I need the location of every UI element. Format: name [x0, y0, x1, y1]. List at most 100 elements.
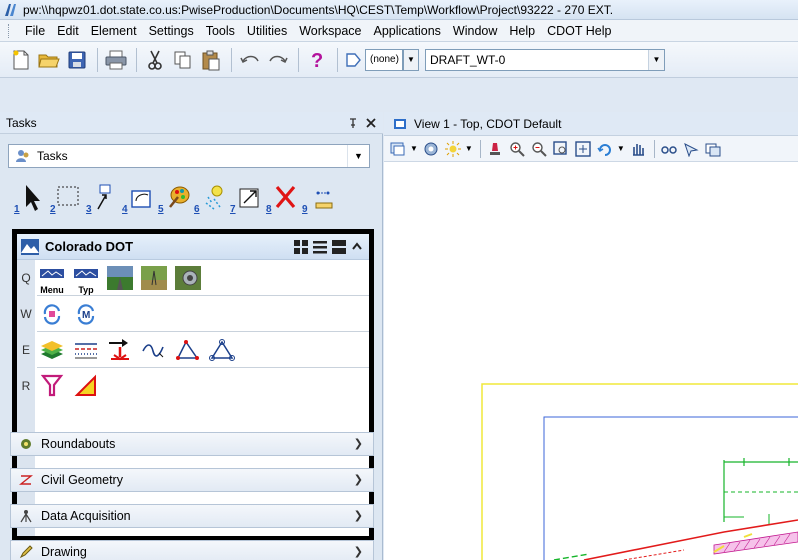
- view-next-button[interactable]: [681, 139, 701, 159]
- menu-settings[interactable]: Settings: [143, 24, 200, 38]
- level-flag-icon: [346, 52, 361, 67]
- chevron-up-icon[interactable]: [351, 241, 363, 253]
- window-area-icon: [553, 140, 567, 155]
- new-file-icon: [13, 50, 29, 69]
- menu-applications[interactable]: Applications: [368, 24, 447, 38]
- zoom-in-button[interactable]: [507, 139, 527, 159]
- print-button[interactable]: [103, 47, 129, 73]
- fit-view-button[interactable]: [573, 139, 593, 159]
- row-letter: Q: [21, 270, 31, 285]
- copy-button[interactable]: [170, 47, 196, 73]
- detail-view-icon[interactable]: [332, 239, 346, 254]
- open-button[interactable]: [36, 47, 62, 73]
- drawing-group[interactable]: Drawing ❯: [10, 540, 374, 560]
- new-file-button[interactable]: [8, 47, 34, 73]
- road-photo-button[interactable]: [105, 263, 135, 293]
- roundabouts-label: Roundabouts: [41, 437, 116, 451]
- chevron-down-icon[interactable]: ▼: [617, 144, 625, 153]
- tool-8-delete[interactable]: 8: [264, 181, 300, 217]
- update-view-button[interactable]: [485, 139, 505, 159]
- cdot-menu-button[interactable]: Menu: [37, 263, 67, 295]
- angle-button[interactable]: [71, 371, 101, 401]
- data-acquisition-group[interactable]: Data Acquisition ❯: [10, 504, 374, 528]
- display-style-button[interactable]: [421, 139, 441, 159]
- pan-view-button[interactable]: [628, 139, 648, 159]
- redo-button[interactable]: [265, 47, 291, 73]
- colorado-dot-header[interactable]: Colorado DOT: [17, 234, 369, 260]
- menu-cdot-help[interactable]: CDOT Help: [541, 24, 617, 38]
- tool-7-scale[interactable]: 7: [228, 181, 264, 217]
- lighting-button[interactable]: [443, 139, 463, 159]
- tool-1-element-selection[interactable]: 1: [12, 181, 48, 217]
- menu-file[interactable]: File: [19, 24, 51, 38]
- cut-button[interactable]: [142, 47, 168, 73]
- roundabouts-group[interactable]: Roundabouts ❯: [10, 432, 374, 456]
- view-previous-button[interactable]: [659, 139, 679, 159]
- line-styles-button[interactable]: [71, 335, 101, 365]
- tool-5-attributes[interactable]: 5: [156, 181, 192, 217]
- layers-button[interactable]: [37, 335, 67, 365]
- tool-4-copy[interactable]: 4: [120, 181, 156, 217]
- workflow-mode-button[interactable]: M: [71, 299, 101, 329]
- style-combo[interactable]: DRAFT_WT-0 ▼: [425, 48, 665, 71]
- level-combo[interactable]: (none): [365, 48, 403, 71]
- style-combo-value: DRAFT_WT-0: [430, 52, 506, 67]
- menu-workspace[interactable]: Workspace: [293, 24, 367, 38]
- menu-grip[interactable]: [8, 23, 11, 38]
- drawing-label: Drawing: [41, 545, 87, 559]
- level-combo-arrow[interactable]: ▼: [403, 48, 419, 71]
- roundabout-icon: [21, 439, 31, 449]
- site-photo-button[interactable]: [173, 263, 203, 293]
- complex-chain-button[interactable]: [139, 335, 169, 365]
- zoom-out-button[interactable]: [529, 139, 549, 159]
- triangle-vertex-button[interactable]: [207, 335, 237, 365]
- tool-2-fence[interactable]: 2: [48, 181, 84, 217]
- chevron-down-icon[interactable]: ▼: [465, 144, 473, 153]
- window-area-button[interactable]: [551, 139, 571, 159]
- view-attributes-button[interactable]: [388, 139, 408, 159]
- filter-glass-icon: [40, 374, 64, 397]
- row-letter: W: [20, 306, 32, 321]
- menu-tools[interactable]: Tools: [200, 24, 241, 38]
- survey-photo-button[interactable]: [139, 263, 169, 293]
- toolbar-separator: [231, 47, 232, 72]
- drawing-canvas[interactable]: [384, 162, 798, 560]
- triangle-vertex-icon: [209, 338, 235, 361]
- menu-element[interactable]: Element: [85, 24, 143, 38]
- tool-3-move[interactable]: 3: [84, 181, 120, 217]
- tool-9-measure[interactable]: 9: [300, 181, 336, 217]
- cdot-typ-button[interactable]: Typ: [71, 263, 101, 295]
- line-styles-icon: [75, 342, 97, 358]
- copy-view-button[interactable]: [703, 139, 723, 159]
- place-point-button[interactable]: [105, 335, 135, 365]
- tool-6-manipulate[interactable]: 6: [192, 181, 228, 217]
- cdot-row-w: W M: [20, 296, 369, 332]
- menu-utilities[interactable]: Utilities: [241, 24, 293, 38]
- filter-button[interactable]: [37, 371, 67, 401]
- level-display-icon-button[interactable]: [343, 47, 363, 73]
- grid-view-icon[interactable]: [294, 239, 308, 254]
- view-tab[interactable]: View 1 - Top, CDOT Default: [384, 112, 798, 136]
- print-icon: [105, 50, 127, 69]
- list-view-icon[interactable]: [313, 240, 327, 254]
- paste-button[interactable]: [198, 47, 224, 73]
- menu-help[interactable]: Help: [503, 24, 541, 38]
- save-button[interactable]: [64, 47, 90, 73]
- menu-edit[interactable]: Edit: [51, 24, 85, 38]
- undo-button[interactable]: [237, 47, 263, 73]
- site-photo-icon: [175, 265, 201, 290]
- right-triangle-icon: [74, 374, 96, 396]
- triangle-point-button[interactable]: [173, 335, 203, 365]
- chain-line-icon: [142, 343, 164, 357]
- rotate-view-button[interactable]: [595, 139, 615, 159]
- zoom-in-icon: [510, 141, 525, 157]
- workflow-refresh-button[interactable]: [37, 299, 67, 329]
- chevron-down-icon[interactable]: ▼: [410, 144, 418, 153]
- close-icon[interactable]: [365, 117, 377, 129]
- help-button[interactable]: ?: [304, 47, 330, 73]
- civil-geometry-group[interactable]: Civil Geometry ❯: [10, 468, 374, 492]
- tasks-dropdown[interactable]: Tasks ▼: [8, 144, 370, 168]
- menu-window[interactable]: Window: [447, 24, 503, 38]
- triangle-point-icon: [176, 339, 199, 360]
- pin-icon[interactable]: [347, 117, 359, 129]
